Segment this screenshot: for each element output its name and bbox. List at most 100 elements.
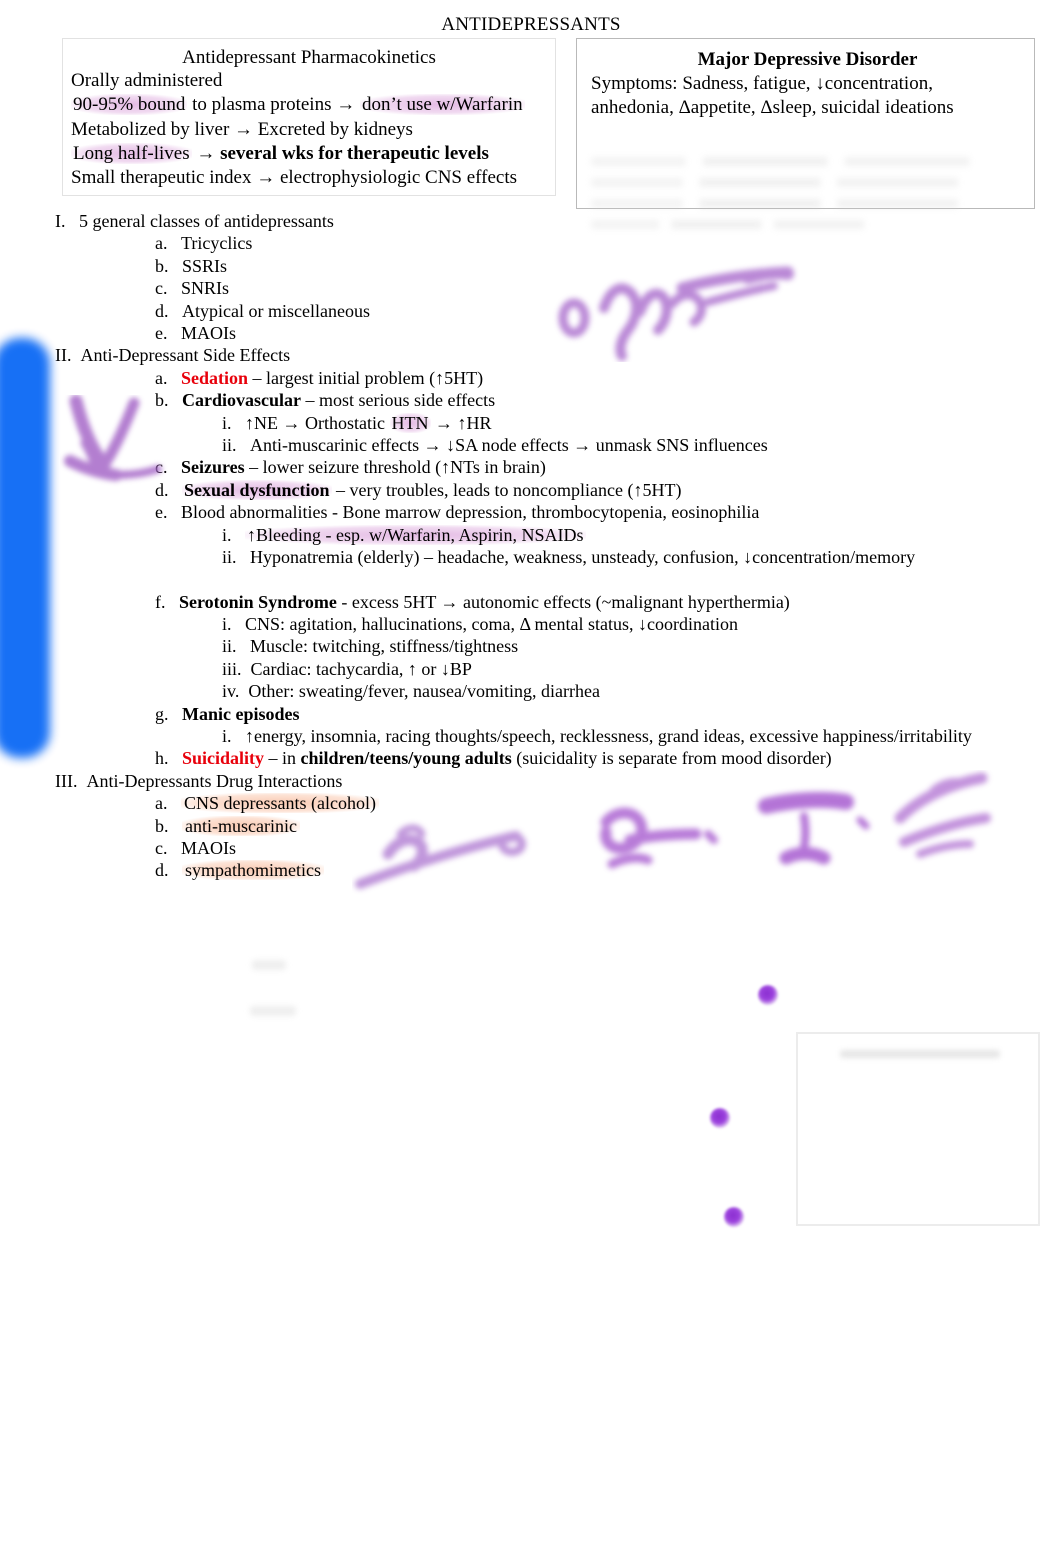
outline-I-e: e. MAOIs [0,322,1062,344]
marker-II-b-i: i. [222,412,232,433]
outline-II-a-rest: – largest initial problem (↑5HT) [248,367,484,388]
ghost-text-1 [252,960,286,970]
marker-III-a: a. [155,793,168,814]
outline-II-b-rest: – most serious side effects [301,390,496,411]
II-b-i-pre: ↑NE → Orthostatic [245,412,390,433]
pk2-mid: to plasma proteins → [187,94,360,116]
II-b-i-post: → ↑HR [430,412,492,433]
outline-II-f-iii: iii. Cardiac: tachycardia, ↑ or ↓BP [0,658,1062,680]
outline-II-b: b. Cardiovascular – most serious side ef… [0,389,1062,411]
II-h-mid: – in [264,748,301,769]
mdd-box: Major Depressive Disorder Symptoms: Sadn… [576,38,1035,229]
outline-I-b: b. SSRIs [0,255,1062,277]
marker-III: III. [55,770,78,791]
marker-II-g-i: i. [222,725,232,746]
marker-II: II. [55,345,72,366]
outline-II-a: a. Sedation – largest initial problem (↑… [0,367,1062,389]
outline-II-e: e. Blood abnormalities - Bone marrow dep… [0,501,1062,523]
outline-III-b: b. anti-muscarinic [0,815,1062,837]
outline-body: I. 5 general classes of antidepressants … [0,210,1062,882]
outline-II-b-ii: ii. Anti-muscarinic effects → ↓SA node e… [0,434,1062,456]
term-sexual-dysfunction: Sexual dysfunction [182,479,332,500]
marker-I-c: c. [155,278,168,299]
outline-II-text: Anti-Depressant Side Effects [80,345,291,366]
hl-bleeding: ↑Bleeding - esp. w/Warfarin, Aspirin, NS… [245,524,586,545]
outline-II-g-i: i. ↑energy, insomnia, racing thoughts/sp… [0,725,1015,747]
purple-dot-1 [758,985,778,1005]
marker-III-c: c. [155,837,168,858]
marker-I-e: e. [155,323,168,344]
ghost-box-header-line [840,1050,1000,1058]
purple-dot-3 [724,1207,744,1227]
hl-warfarin: don’t use w/Warfarin [359,94,525,116]
outline-II-f-ii: ii. Muscle: twitching, stiffness/tightne… [0,635,1062,657]
marker-II-d: d. [155,479,169,500]
blue-highlighter-bar [0,338,50,758]
marker-I: I. [55,211,66,231]
hl-cns-depressants: CNS depressants (alcohol) [181,793,379,814]
outline-I-text: 5 general classes of antidepressants [79,211,334,231]
outline-III-a: a. CNS depressants (alcohol) [0,792,1062,814]
hl-htn: HTN [389,412,431,433]
outline-III: III. Anti-Depressants Drug Interactions [0,770,1062,792]
marker-III-b: b. [155,815,169,836]
outline-I-d: d. Atypical or miscellaneous [0,300,1062,322]
outline-III-c-text: MAOIs [181,837,237,858]
term-suicidality: Suicidality [182,748,265,769]
II-h-rest: (suicidality is separate from mood disor… [511,748,832,769]
outline-I-c: c. SNRIs [0,277,1062,299]
marker-II-e: e. [155,502,168,523]
term-serotonin-syndrome: Serotonin Syndrome [179,591,337,612]
pharmacokinetics-line-4: Long half-lives → several wks for therap… [71,142,547,166]
II-g-i-text: ↑energy, insomnia, racing thoughts/speec… [245,725,972,746]
hl-anti-muscarinic: anti-muscarinic [182,815,300,836]
outline-I-d-text: Atypical or miscellaneous [182,300,370,321]
hl-bound: 90-95% bound [71,94,188,116]
outline-II-f: f. Serotonin Syndrome - excess 5HT → aut… [0,591,1062,613]
mdd-line-1: Symptoms: Sadness, fatigue, ↓concentrati… [591,72,933,94]
pharmacokinetics-line-3: Metabolized by liver → Excreted by kidne… [71,118,413,140]
outline-gap [0,569,1062,591]
ghost-text-2 [250,1006,296,1016]
outline-II: II. Anti-Depressant Side Effects [0,344,1062,366]
term-blood-abnormalities: Blood abnormalities [181,502,328,523]
outline-II-d: d. Sexual dysfunction – very troubles, l… [0,479,1062,501]
outline-I-a: a. Tricyclics [0,232,1062,254]
term-manic-episodes: Manic episodes [182,703,300,724]
II-h-bold: children/teens/young adults [300,748,512,769]
outline-II-e-rest: - Bone marrow depression, thrombocytopen… [327,502,760,523]
II-f-iv-text: Other: sweating/fever, nausea/vomiting, … [248,681,600,702]
outline-I: I. 5 general classes of antidepressants [0,210,1062,232]
pharmacokinetics-box: Antidepressant Pharmacokinetics Orally a… [62,38,556,196]
term-cardiovascular: Cardiovascular [182,390,301,411]
outline-I-e-text: MAOIs [181,323,237,344]
outline-II-f-iv: iv. Other: sweating/fever, nausea/vomiti… [0,680,1062,702]
marker-II-f-iii: iii. [222,658,242,679]
outline-I-a-text: Tricyclics [181,233,253,254]
outline-II-c: c. Seizures – lower seizure threshold (↑… [0,456,1062,478]
II-b-ii-text: Anti-muscarinic effects → ↓SA node effec… [250,435,768,456]
document-page: ANTIDEPRESSANTS Antidepressant Pharmacok… [0,0,1062,1556]
II-f-i-text: CNS: agitation, hallucinations, coma, Δ … [245,613,739,634]
pk4-mid: → [191,143,221,165]
outline-II-e-i: i. ↑Bleeding - esp. w/Warfarin, Aspirin,… [0,524,1062,546]
marker-I-d: d. [155,300,169,321]
marker-II-e-ii: ii. [222,547,237,568]
pharmacokinetics-line-5: Small therapeutic index → electrophysiol… [71,167,518,189]
outline-III-text: Anti-Depressants Drug Interactions [86,770,343,791]
marker-II-e-i: i. [222,524,232,545]
term-seizures: Seizures [181,457,245,478]
II-e-ii-text: Hyponatremia (elderly) – headache, weakn… [250,547,916,568]
marker-II-b-ii: ii. [222,435,237,456]
outline-III-c: c. MAOIs [0,837,1062,859]
outline-II-h: h. Suicidality – in children/teens/young… [0,747,1062,769]
marker-II-f-iv: iv. [222,681,240,702]
outline-II-e-ii: ii. Hyponatremia (elderly) – headache, w… [0,546,1062,568]
pk4-bold: several wks for therapeutic levels [220,143,489,165]
marker-II-c: c. [155,457,168,478]
outline-II-f-i: i. CNS: agitation, hallucinations, coma,… [0,613,1062,635]
outline-II-d-rest: – very troubles, leads to noncompliance … [331,479,682,500]
pharmacokinetics-line-1: Orally administered [71,70,223,92]
outline-II-g: g. Manic episodes [0,703,1062,725]
II-f-ii-text: Muscle: twitching, stiffness/tightness [250,636,519,657]
